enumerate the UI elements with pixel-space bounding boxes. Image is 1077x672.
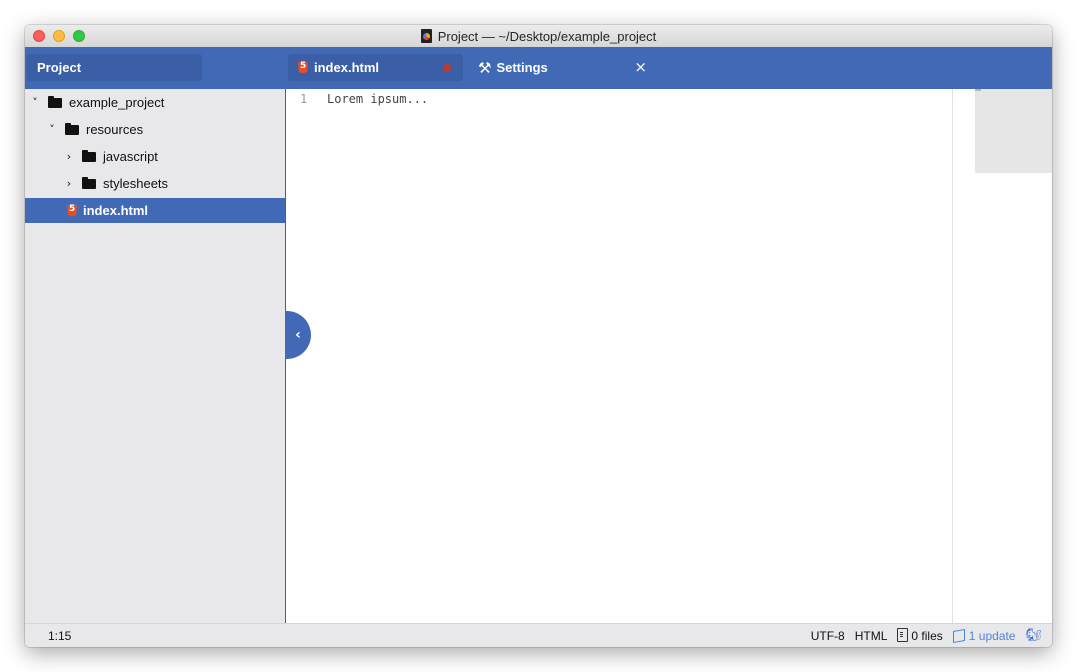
text-editor[interactable]: 1 Lorem ipsum...	[286, 89, 953, 623]
window-title: Project — ~/Desktop/example_project	[25, 25, 1052, 47]
project-panel-tab[interactable]: Project	[27, 54, 202, 81]
git-files-status[interactable]: 0 files	[897, 628, 943, 643]
window-title-text: Project — ~/Desktop/example_project	[437, 28, 657, 44]
project-tab-label: Project	[37, 60, 82, 75]
chevron-down-icon[interactable]: ˅	[47, 123, 57, 136]
update-text: 1 update	[968, 628, 1016, 643]
folder-icon	[82, 176, 96, 189]
encoding-selector[interactable]: UTF-8	[811, 629, 845, 643]
tab-label: index.html	[314, 60, 380, 75]
file-icon	[897, 628, 909, 642]
tree-item-label: javascript	[103, 149, 158, 164]
tools-icon: ⚒	[478, 58, 492, 77]
tree-item-stylesheets[interactable]: › stylesheets	[25, 171, 285, 196]
tree-item-label: example_project	[69, 95, 165, 110]
modified-indicator-icon[interactable]	[443, 64, 451, 72]
line-number: 1	[300, 92, 308, 106]
close-tab-icon[interactable]: ×	[634, 58, 647, 76]
folder-icon	[65, 122, 79, 135]
tree-view: ˅ example_project ˅ resources › javascri…	[25, 89, 286, 623]
tree-item-resources[interactable]: ˅ resources	[25, 117, 285, 142]
tree-item-index-html[interactable]: index.html	[25, 198, 285, 223]
tree-item-label: index.html	[83, 203, 149, 218]
status-bar: 1:15 UTF-8 HTML 0 files 1 update 🐿	[25, 623, 1052, 647]
folder-icon	[48, 95, 62, 108]
html5-icon	[298, 61, 308, 74]
tab-label: Settings	[496, 60, 548, 75]
status-right: UTF-8 HTML 0 files 1 update 🐿	[811, 628, 1042, 643]
folder-icon	[82, 149, 96, 162]
minimap[interactable]	[975, 89, 1052, 173]
app-document-icon	[420, 29, 432, 43]
tab-bar: Project index.html ⚒ Settings ×	[25, 47, 1052, 89]
tree-item-label: stylesheets	[103, 176, 169, 191]
update-link[interactable]: 1 update	[952, 628, 1016, 643]
tree-item-example-project[interactable]: ˅ example_project	[25, 90, 285, 115]
chevron-right-icon[interactable]: ›	[64, 150, 74, 163]
chevron-down-icon[interactable]: ˅	[30, 96, 40, 109]
tab-settings[interactable]: ⚒ Settings ×	[473, 54, 647, 81]
cursor-position[interactable]: 1:15	[48, 629, 71, 643]
package-icon	[952, 628, 965, 643]
tree-item-javascript[interactable]: › javascript	[25, 144, 285, 169]
squirrel-icon[interactable]: 🐿	[1025, 628, 1042, 643]
minimap-content-mark	[975, 89, 981, 91]
chevron-right-icon[interactable]: ›	[64, 177, 74, 190]
chevron-left-icon: ‹	[295, 327, 301, 343]
html5-icon	[67, 204, 77, 217]
tab-index-html[interactable]: index.html	[288, 54, 463, 81]
files-count: 0 files	[911, 629, 943, 643]
grammar-selector[interactable]: HTML	[855, 629, 888, 643]
tree-item-label: resources	[86, 122, 144, 137]
editor-line[interactable]: Lorem ipsum...	[327, 92, 428, 106]
app-window: Project — ~/Desktop/example_project Proj…	[25, 25, 1052, 647]
title-bar: Project — ~/Desktop/example_project	[25, 25, 1052, 48]
